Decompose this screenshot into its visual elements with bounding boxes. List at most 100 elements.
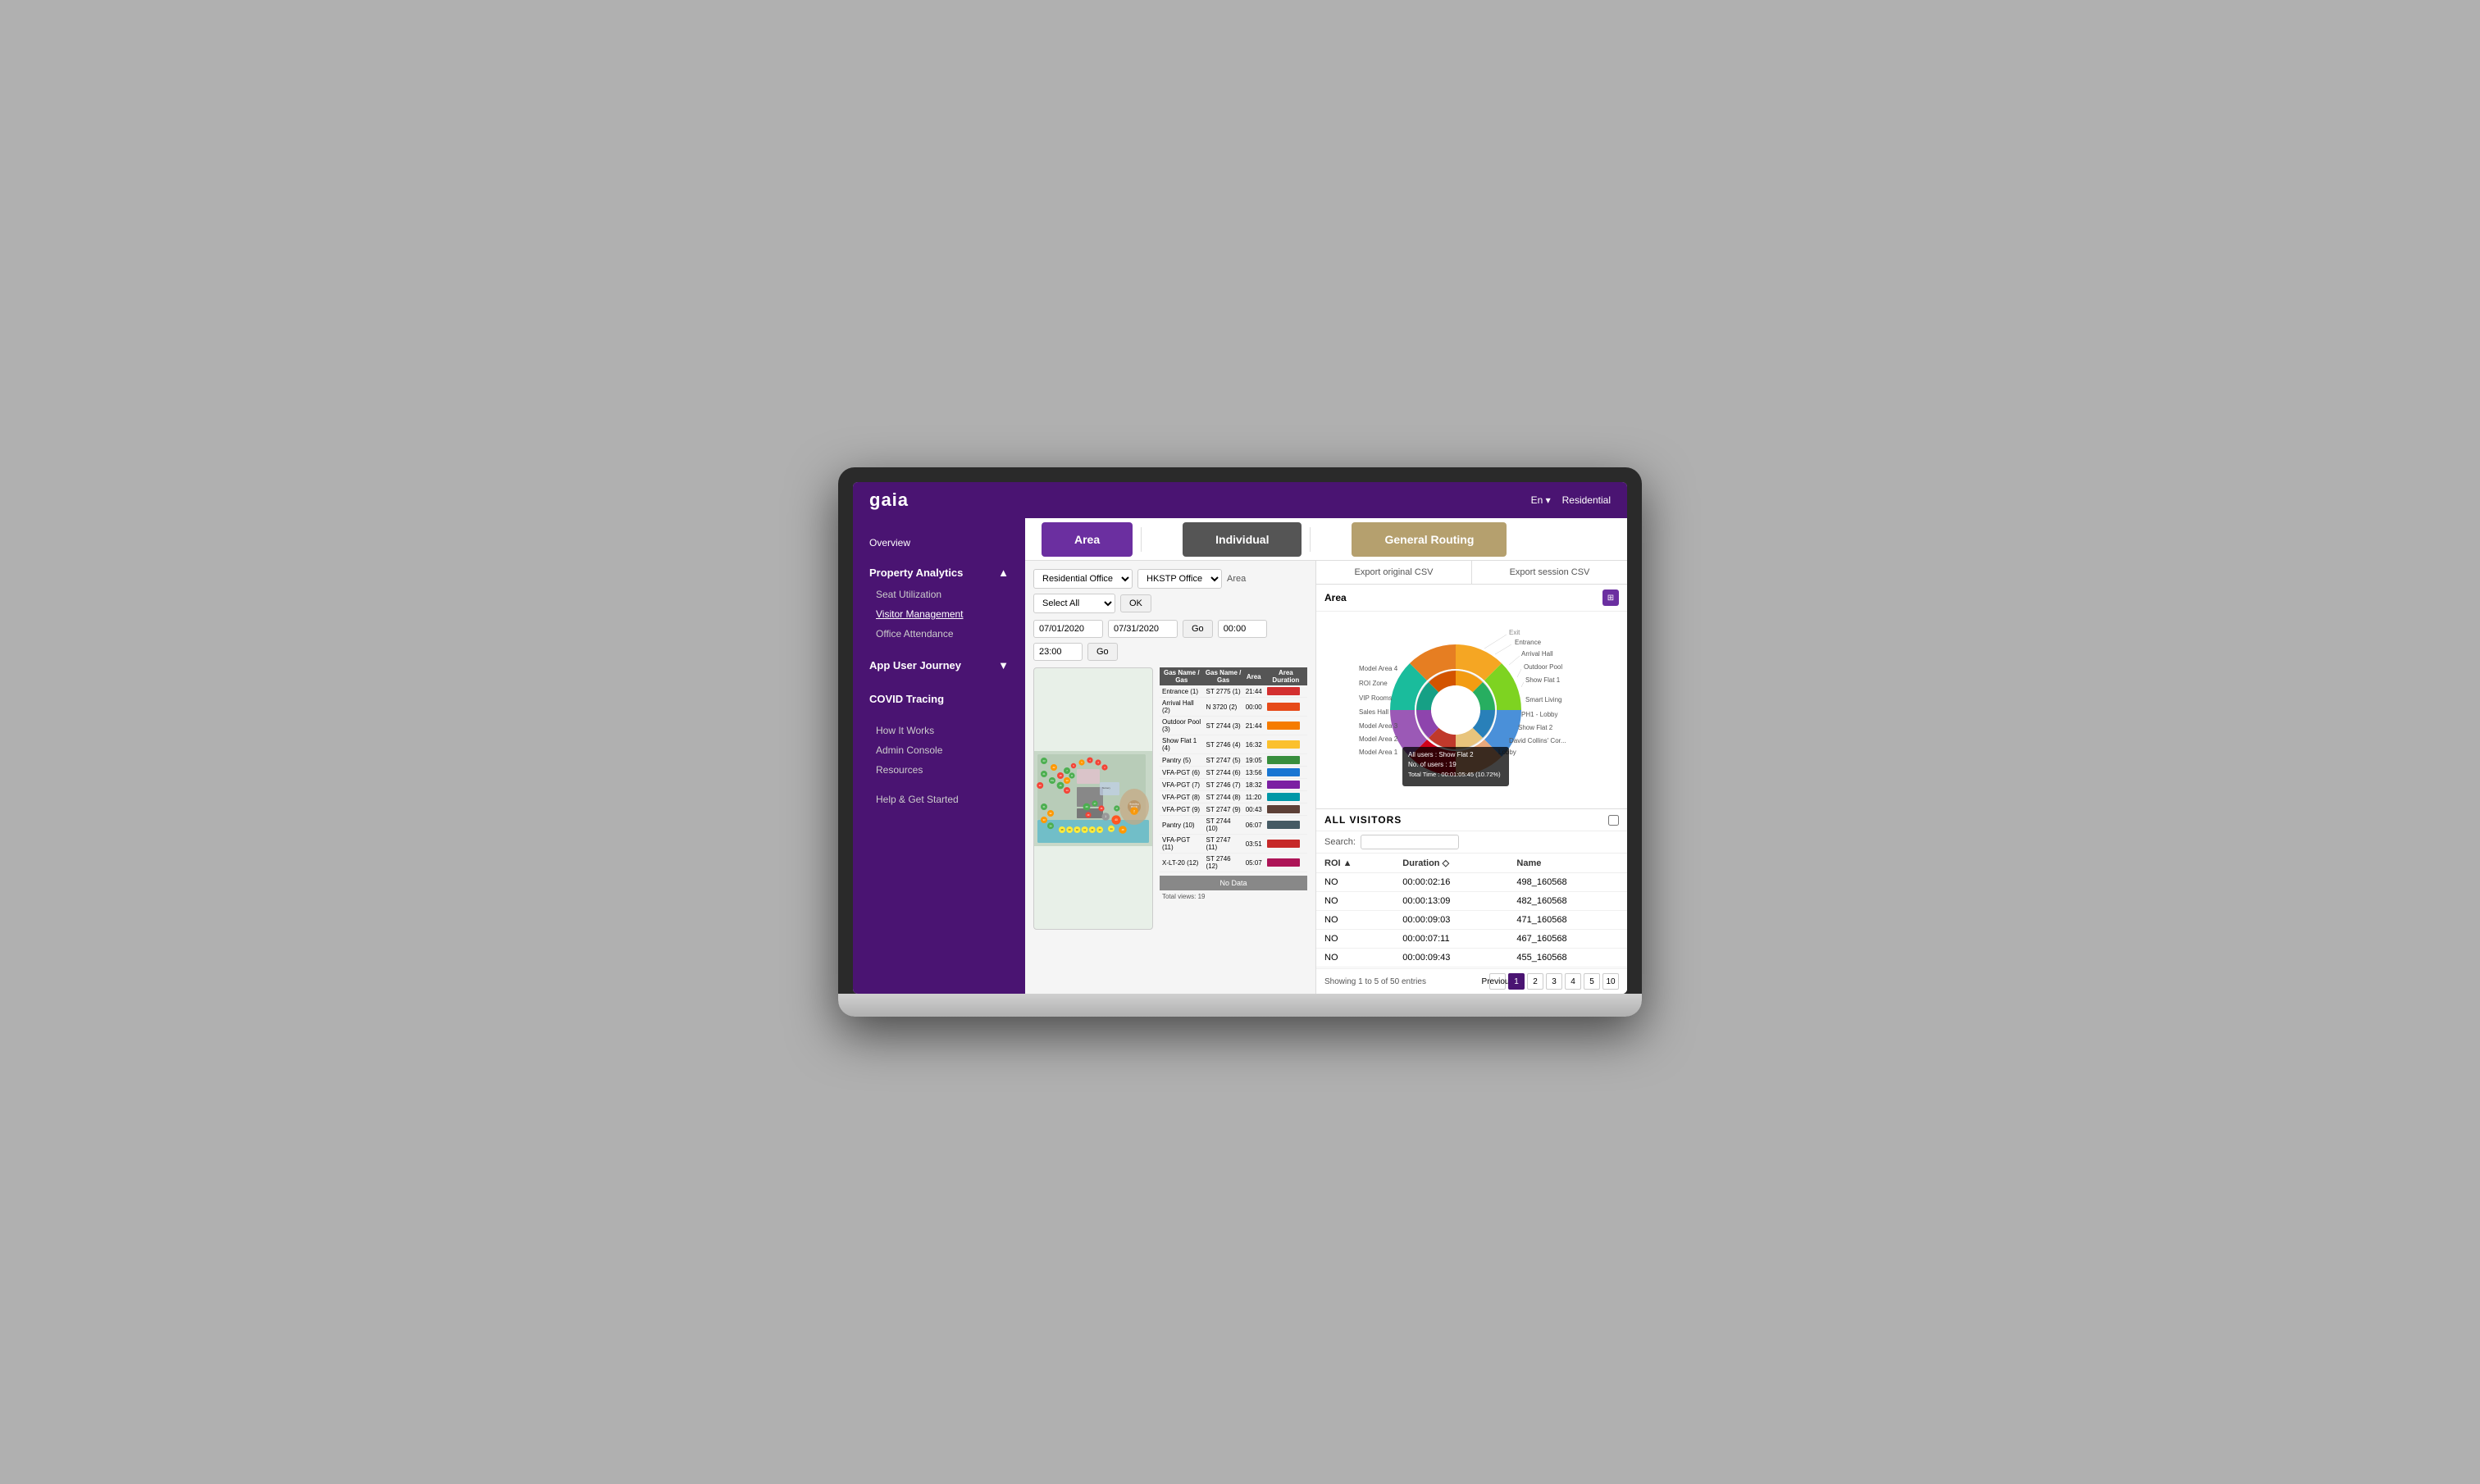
sidebar-item-how-it-works[interactable]: How It Works [853,721,1025,740]
data-table-row: VFA-PGT (8) ST 2744 (8) 11:20 [1160,791,1307,803]
svg-text:48: 48 [1121,828,1124,831]
page-1-button[interactable]: 1 [1508,973,1525,990]
svg-text:16: 16 [1059,784,1062,787]
sidebar-sub-visitor-management[interactable]: Visitor Management [853,604,1025,624]
data-table-row: Arrival Hall (2) N 3720 (2) 00:00 [1160,698,1307,717]
data-table-row: VFA-PGT (9) ST 2747 (9) 00:43 [1160,803,1307,816]
data-table-row: Show Flat 1 (4) ST 2746 (4) 16:32 [1160,735,1307,754]
export-session-csv[interactable]: Export session CSV [1472,561,1627,584]
go-button-1[interactable]: Go [1183,620,1213,638]
ok-button[interactable]: OK [1120,594,1151,612]
app-container: Overview Property Analytics ▲ Seat Utili… [853,518,1627,994]
svg-text:40: 40 [1115,818,1118,822]
table-row: NO 00:00:07:11 467_160568 [1316,930,1627,949]
top-bar: gaia En ▾ Residential [853,482,1627,518]
area-header-label: Area [1324,592,1347,603]
pagination-info: Showing 1 to 5 of 50 entries [1324,977,1426,986]
svg-text:Branding: Branding [1129,803,1139,806]
sidebar-section-property-analytics[interactable]: Property Analytics ▲ [853,561,1025,585]
hkstp-select[interactable]: HKSTP Office [1137,569,1222,589]
svg-text:Sales Hall: Sales Hall [1359,708,1388,716]
grid-icon[interactable]: ⊞ [1602,590,1619,606]
data-table: Gas Name / Gas Gas Name / Gas Area Area … [1160,667,1307,930]
export-original-csv[interactable]: Export original CSV [1316,561,1472,584]
left-panel: Residential Office HKSTP Office Area Sel… [1025,561,1315,994]
svg-text:All users : Show Flat 2: All users : Show Flat 2 [1408,751,1474,758]
sidebar-section-app-user-journey[interactable]: App User Journey ▼ [853,653,1025,677]
tab-sep-1 [1141,527,1142,552]
svg-text:32: 32 [1049,812,1052,815]
prev-button[interactable]: Previous [1489,973,1506,990]
col-roi[interactable]: ROI ▲ [1316,854,1394,873]
svg-text:14: 14 [1065,789,1069,792]
page-4-button[interactable]: 4 [1565,973,1581,990]
svg-text:PG: PG [1051,779,1054,782]
search-row: Search: [1316,831,1627,854]
sidebar-sub-office-attendance[interactable]: Office Attendance [853,624,1025,644]
visitors-header: ALL VISITORS [1316,809,1627,831]
donut-chart: Exit Entrance Arrival Hall Outdoor Pool … [1357,620,1587,800]
context-label: Residential [1562,494,1611,506]
svg-text:44: 44 [1110,827,1113,831]
date-from-input[interactable] [1033,620,1103,638]
sidebar-item-resources[interactable]: Resources [853,760,1025,780]
sidebar-item-help[interactable]: Help & Get Started [853,790,1025,809]
date-to-input[interactable] [1108,620,1178,638]
svg-text:31: 31 [1042,805,1046,808]
table-row: NO 00:00:13:09 482_160568 [1316,892,1627,911]
page-3-button[interactable]: 3 [1546,973,1562,990]
visitors-checkbox[interactable] [1608,815,1619,826]
svg-text:Model Area 3: Model Area 3 [1359,722,1398,730]
sidebar-item-admin-console[interactable]: Admin Console [853,740,1025,760]
floor-plan: 23 22 21 20 PG [1033,667,1153,930]
svg-text:43: 43 [1098,828,1101,831]
svg-text:20: 20 [1085,805,1088,808]
app-logo: gaia [869,489,909,511]
svg-text:23: 23 [1042,759,1046,762]
tab-area[interactable]: Area [1042,522,1133,557]
time-to-input[interactable] [1033,643,1083,661]
content-area: Residential Office HKSTP Office Area Sel… [1025,561,1627,994]
sidebar: Overview Property Analytics ▲ Seat Utili… [853,518,1025,994]
svg-text:33: 33 [1042,818,1046,822]
svg-text:13: 13 [1065,779,1069,782]
svg-text:38: 38 [1060,828,1064,831]
sidebar-section-covid-tracing[interactable]: COVID Tracing [853,687,1025,711]
top-bar-right: En ▾ Residential [1531,494,1611,506]
time-from-input[interactable] [1218,620,1267,638]
area-select[interactable]: Select All [1033,594,1115,613]
svg-text:VIP Rooms: VIP Rooms [1359,694,1392,702]
table-row: NO 00:00:02:16 498_160568 [1316,873,1627,892]
data-table-row: Outdoor Pool (3) ST 2744 (3) 21:44 [1160,717,1307,735]
tab-individual[interactable]: Individual [1183,522,1302,557]
svg-text:Model Area 2: Model Area 2 [1359,735,1398,743]
main-content: Area Individual General Routing Resident… [1025,518,1627,994]
sidebar-item-overview[interactable]: Overview [853,531,1025,554]
laptop-base [838,994,1642,1017]
page-last-button[interactable]: 10 [1602,973,1619,990]
data-table-row: VFA-PGT (11) ST 2747 (11) 03:51 [1160,835,1307,854]
data-table-row: X-LT-20 (12) ST 2746 (12) 05:07 [1160,854,1307,872]
lang-selector[interactable]: En ▾ [1531,494,1551,506]
data-table-row: VFA-PGT (6) ST 2744 (6) 13:56 [1160,767,1307,779]
col-duration[interactable]: Duration ◇ [1394,854,1508,873]
page-2-button[interactable]: 2 [1527,973,1543,990]
svg-text:Smart Living: Smart Living [1525,696,1561,703]
tab-sep-2 [1310,527,1311,552]
data-table-row: Pantry (5) ST 2747 (5) 19:05 [1160,754,1307,767]
data-table-row: Entrance (1) ST 2775 (1) 21:44 [1160,685,1307,698]
svg-text:Total Time : 00:01:05:45 (10.7: Total Time : 00:01:05:45 (10.72%) [1408,771,1501,778]
svg-text:ROI Zone: ROI Zone [1359,680,1388,687]
office-select[interactable]: Residential Office [1033,569,1133,589]
col-name[interactable]: Name [1508,854,1627,873]
filter-row-1: Residential Office HKSTP Office Area Sel… [1033,569,1307,613]
svg-text:20: 20 [1039,784,1042,787]
svg-text:40: 40 [1076,828,1079,831]
go-button-2[interactable]: Go [1087,643,1118,661]
page-5-button[interactable]: 5 [1584,973,1600,990]
sidebar-sub-seat-utilization[interactable]: Seat Utilization [853,585,1025,604]
search-input[interactable] [1361,835,1459,849]
tab-general-routing[interactable]: General Routing [1352,522,1507,557]
export-row: Export original CSV Export session CSV [1316,561,1627,585]
pagination-row: Showing 1 to 5 of 50 entries Previous 1 … [1316,968,1627,994]
